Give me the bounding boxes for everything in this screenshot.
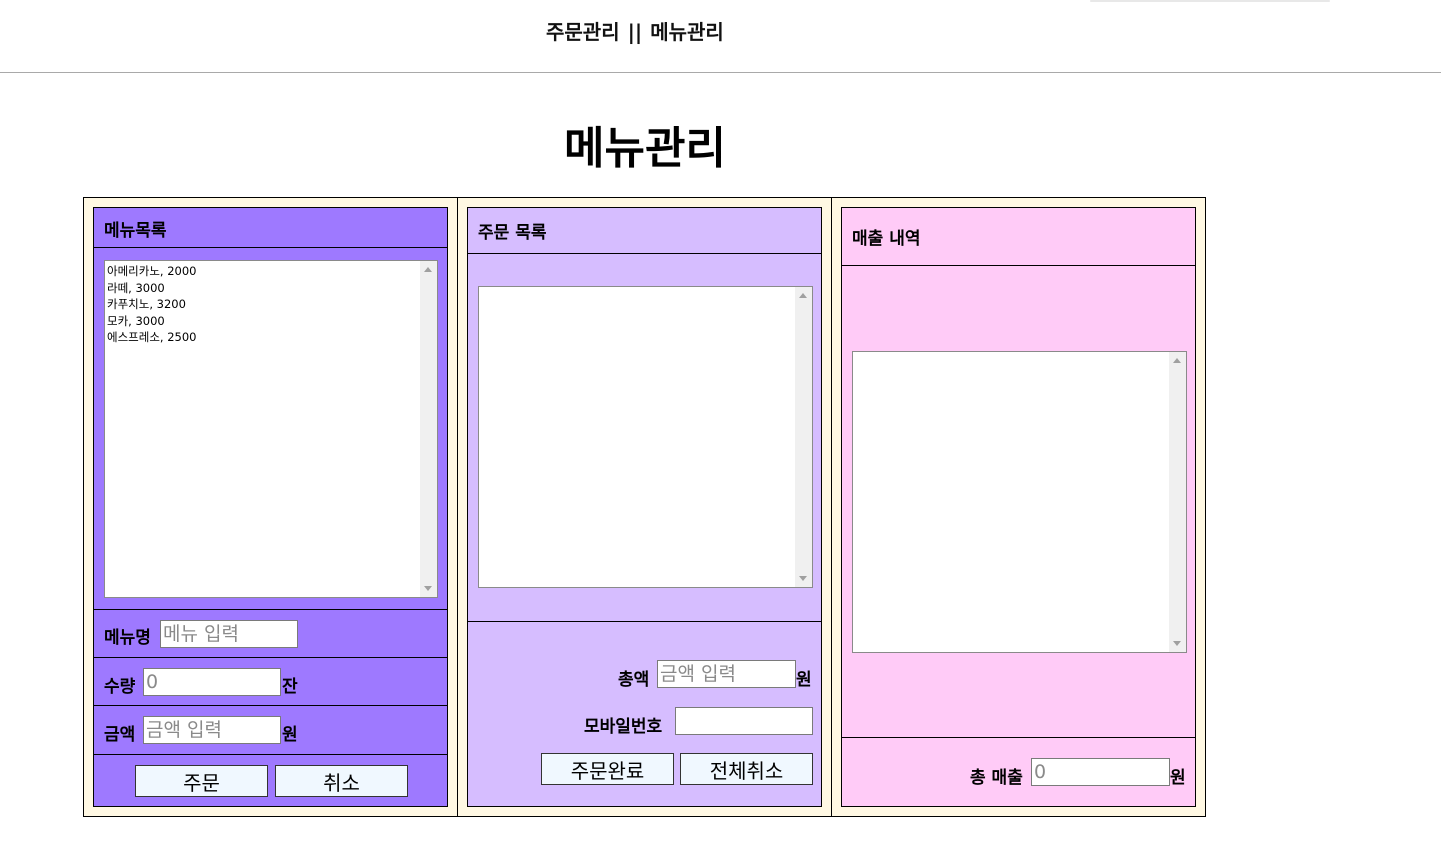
nav-link-order-management[interactable]: 주문관리 (546, 20, 620, 44)
menu-list-section: 아메리카노, 2000 라떼, 3000 카푸치노, 3200 모카, 3000 에스프… (94, 248, 447, 610)
menu-name-input[interactable] (160, 620, 298, 648)
menu-column: 메뉴목록 아메리카노, 2000 라떼, 3000 카푸치노, 3200 모카, 30… (84, 198, 457, 816)
scroll-down-arrow-icon[interactable] (799, 576, 807, 581)
order-complete-button[interactable]: 주문완료 (541, 753, 674, 785)
sales-column: 매출 내역 총 매출 원 (831, 198, 1205, 816)
total-amount-label: 총액 (618, 670, 650, 690)
menu-panel-title: 메뉴목록 (104, 221, 167, 241)
price-input[interactable] (143, 716, 281, 744)
menu-panel: 메뉴목록 아메리카노, 2000 라떼, 3000 카푸치노, 3200 모카, 30… (93, 207, 448, 807)
scroll-up-arrow-icon[interactable] (424, 267, 432, 272)
scroll-up-arrow-icon[interactable] (1173, 358, 1181, 363)
price-unit: 원 (282, 725, 298, 745)
quantity-label: 수량 (104, 677, 136, 697)
menu-list-item[interactable]: 에스프레소, 2500 (107, 329, 435, 346)
mobile-number-label: 모바일번호 (584, 717, 663, 737)
total-sales-label: 총 매출 (970, 768, 1023, 788)
total-sales-input[interactable] (1031, 758, 1170, 786)
menu-panel-header: 메뉴목록 (94, 208, 447, 248)
sales-panel-header: 매출 내역 (842, 208, 1195, 266)
order-summary-section: 총액 원 모바일번호 주문완료 전체취소 (468, 622, 821, 806)
menu-items: 아메리카노, 2000 라떼, 3000 카푸치노, 3200 모카, 3000 에스프… (105, 261, 437, 348)
menu-listbox[interactable]: 아메리카노, 2000 라떼, 3000 카푸치노, 3200 모카, 3000 에스프… (104, 260, 438, 598)
menu-name-label: 메뉴명 (104, 628, 151, 648)
price-label: 금액 (104, 725, 136, 745)
order-list-section (468, 254, 821, 622)
menu-list-item[interactable]: 라떼, 3000 (107, 280, 435, 297)
sales-listbox-scrollbar[interactable] (1169, 352, 1186, 652)
menu-actions-row: 주문 취소 (94, 755, 447, 806)
sales-list-section (842, 266, 1195, 738)
total-sales-unit: 원 (1170, 768, 1186, 788)
price-row: 금액 원 (94, 706, 447, 755)
sales-panel: 매출 내역 총 매출 원 (841, 207, 1196, 807)
menu-listbox-scrollbar[interactable] (420, 261, 437, 597)
sales-panel-title: 매출 내역 (852, 229, 921, 249)
mobile-number-input[interactable] (675, 707, 813, 735)
scroll-down-arrow-icon[interactable] (424, 586, 432, 591)
page-title: 메뉴관리 (564, 123, 726, 174)
quantity-unit: 잔 (282, 677, 298, 697)
sales-total-row: 총 매출 원 (842, 738, 1195, 806)
management-frame: 메뉴목록 아메리카노, 2000 라떼, 3000 카푸치노, 3200 모카, 30… (83, 197, 1206, 817)
order-button[interactable]: 주문 (135, 765, 268, 797)
menu-list-item[interactable]: 아메리카노, 2000 (107, 263, 435, 280)
quantity-row: 수량 잔 (94, 658, 447, 706)
order-column: 주문 목록 총액 원 모바일번호 주문완료 전체취소 (457, 198, 831, 816)
menu-list-item[interactable]: 카푸치노, 3200 (107, 296, 435, 313)
scroll-up-arrow-icon[interactable] (799, 293, 807, 298)
menu-name-row: 메뉴명 (94, 610, 447, 658)
nav-separator: || (627, 20, 643, 44)
order-panel-title: 주문 목록 (478, 223, 547, 243)
scroll-down-arrow-icon[interactable] (1173, 641, 1181, 646)
total-amount-input[interactable] (657, 660, 796, 688)
order-panel: 주문 목록 총액 원 모바일번호 주문완료 전체취소 (467, 207, 822, 807)
nav-link-menu-management[interactable]: 메뉴관리 (650, 20, 724, 44)
order-listbox-scrollbar[interactable] (795, 287, 812, 587)
cancel-button[interactable]: 취소 (275, 765, 408, 797)
cancel-all-button[interactable]: 전체취소 (680, 753, 813, 785)
top-navigation: 주문관리 || 메뉴관리 (0, 0, 1441, 73)
top-edge-decoration (1090, 0, 1330, 2)
quantity-input[interactable] (143, 668, 281, 696)
nav-links: 주문관리 || 메뉴관리 (546, 16, 724, 45)
menu-list-item[interactable]: 모카, 3000 (107, 313, 435, 330)
sales-listbox[interactable] (852, 351, 1187, 653)
total-amount-unit: 원 (796, 670, 812, 690)
order-panel-header: 주문 목록 (468, 208, 821, 254)
order-listbox[interactable] (478, 286, 813, 588)
